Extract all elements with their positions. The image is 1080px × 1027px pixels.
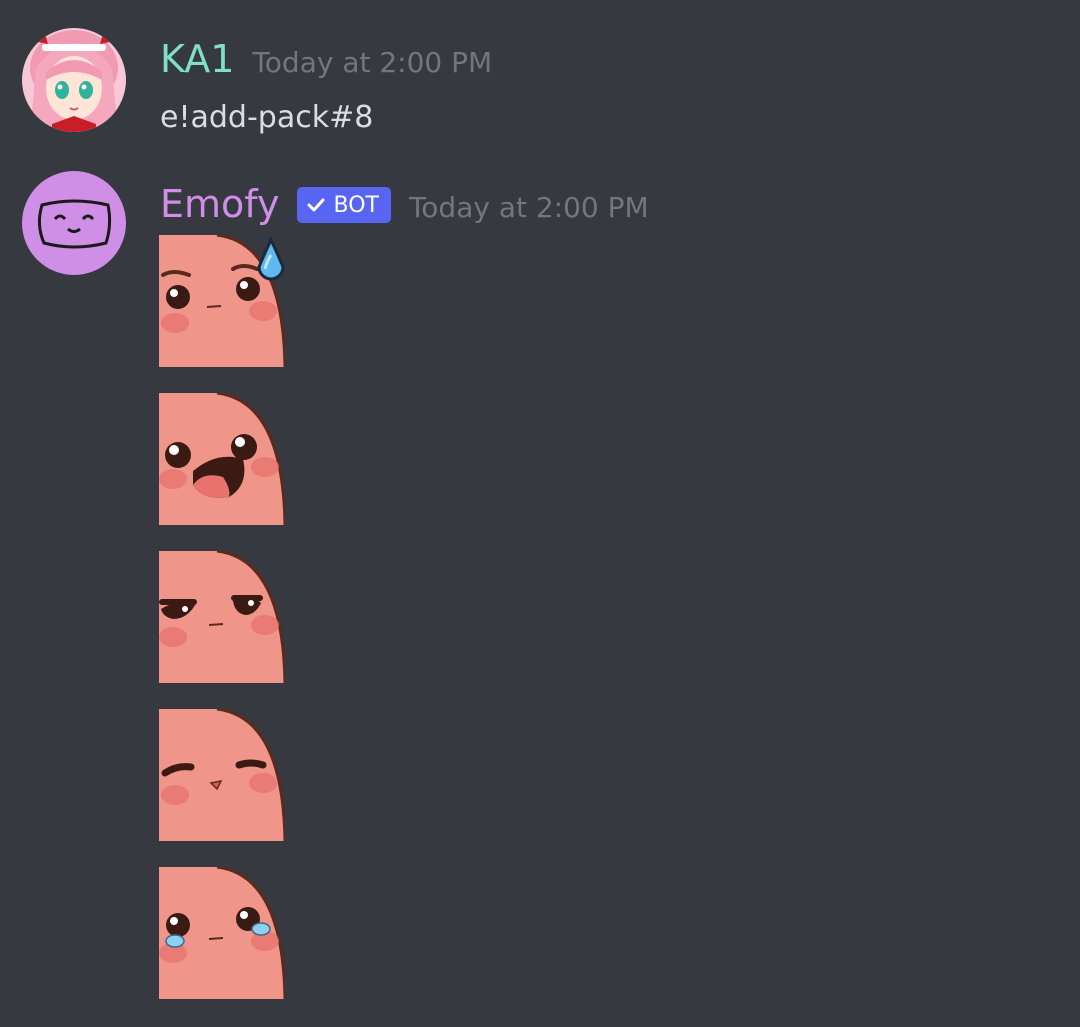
bot-tag-label: BOT bbox=[333, 192, 379, 218]
smile-face-avatar-icon bbox=[22, 171, 126, 275]
author-name[interactable]: Emofy bbox=[160, 181, 279, 227]
timestamp: Today at 2:00 PM bbox=[408, 191, 649, 224]
anime-girl-avatar-icon bbox=[22, 28, 126, 132]
bot-tag: BOT bbox=[297, 187, 391, 223]
sweat-emoji-icon bbox=[159, 235, 285, 367]
timestamp: Today at 2:00 PM bbox=[252, 46, 493, 79]
smug-emoji[interactable] bbox=[159, 709, 285, 841]
message-ka1: KA1 Today at 2:00 PM e!add-pack#8 bbox=[0, 0, 1080, 150]
emoji-list bbox=[159, 235, 285, 1025]
message-content: e!add-pack#8 bbox=[160, 100, 374, 135]
smug-emoji-icon bbox=[159, 709, 285, 841]
crying-emoji-icon bbox=[159, 867, 285, 999]
annoyed-emoji-icon bbox=[159, 551, 285, 683]
avatar[interactable] bbox=[22, 28, 126, 132]
annoyed-emoji[interactable] bbox=[159, 551, 285, 683]
shocked-emoji[interactable] bbox=[159, 393, 285, 525]
checkmark-icon bbox=[307, 198, 325, 212]
sweat-emoji[interactable] bbox=[159, 235, 285, 367]
shocked-emoji-icon bbox=[159, 393, 285, 525]
crying-emoji[interactable] bbox=[159, 867, 285, 999]
avatar[interactable] bbox=[22, 171, 126, 275]
author-name[interactable]: KA1 bbox=[160, 36, 234, 82]
